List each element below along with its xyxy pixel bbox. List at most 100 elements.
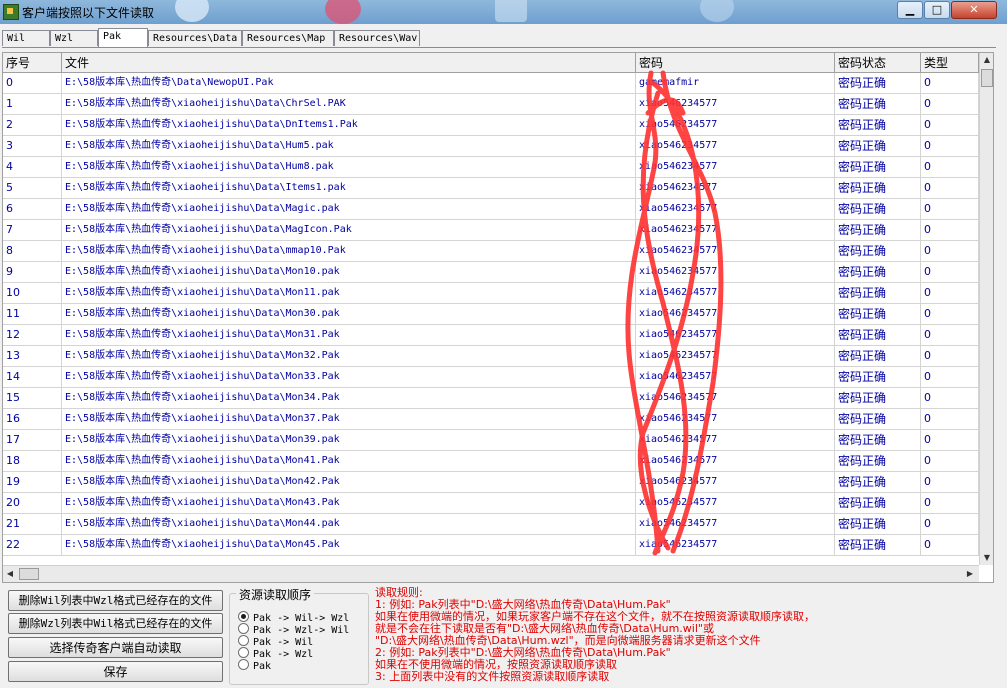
radio-icon (238, 623, 249, 634)
cell-password: xiao546234577 (636, 388, 835, 409)
table-row[interactable]: 10 E:\58版本库\热血传奇\xiaoheijishu\Data\Mon11.… (3, 283, 979, 304)
cell-password-status: 密码正确 (835, 241, 921, 262)
table-row[interactable]: 4 E:\58版本库\热血传奇\xiaoheijishu\Data\Hum8.pa… (3, 157, 979, 178)
cell-password-status: 密码正确 (835, 220, 921, 241)
cell-type: 0 (921, 514, 979, 535)
cell-file: E:\58版本库\热血传奇\xiaoheijishu\Data\Mon32.Pa… (62, 346, 636, 367)
order-option-pak[interactable]: Pak (238, 659, 271, 672)
cell-index: 14 (3, 367, 62, 388)
cell-password-status: 密码正确 (835, 262, 921, 283)
scroll-down-icon[interactable]: ▼ (980, 551, 993, 565)
cell-file: E:\58版本库\热血传奇\xiaoheijishu\Data\MagIcon.… (62, 220, 636, 241)
cell-password-status: 密码正确 (835, 136, 921, 157)
cell-password-status: 密码正确 (835, 430, 921, 451)
horizontal-scroll-thumb[interactable] (19, 568, 39, 580)
table-row[interactable]: 17 E:\58版本库\热血传奇\xiaoheijishu\Data\Mon39.… (3, 430, 979, 451)
tab-wil[interactable]: Wil (2, 30, 50, 46)
column-header-type[interactable]: 类型 (921, 53, 979, 73)
tab-wzl[interactable]: Wzl (50, 30, 98, 46)
table-row[interactable]: 1 E:\58版本库\热血传奇\xiaoheijishu\Data\ChrSel.… (3, 94, 979, 115)
close-icon[interactable]: ✕ (951, 1, 997, 19)
table-row[interactable]: 9 E:\58版本库\热血传奇\xiaoheijishu\Data\Mon10.p… (3, 262, 979, 283)
delete-wzl-duplicates-button[interactable]: 删除Wzl列表中Wil格式已经存在的文件 (8, 613, 223, 634)
tab-resources-map[interactable]: Resources\Map (242, 30, 334, 46)
table-row[interactable]: 12 E:\58版本库\热血传奇\xiaoheijishu\Data\Mon31.… (3, 325, 979, 346)
table-row[interactable]: 7 E:\58版本库\热血传奇\xiaoheijishu\Data\MagIcon… (3, 220, 979, 241)
save-button[interactable]: 保存 (8, 661, 223, 682)
table-row[interactable]: 22 E:\58版本库\热血传奇\xiaoheijishu\Data\Mon45.… (3, 535, 979, 556)
cell-index: 22 (3, 535, 62, 556)
cell-index: 11 (3, 304, 62, 325)
cell-password: xiao546234577 (636, 472, 835, 493)
cell-password: xiao546234577 (636, 367, 835, 388)
table-row[interactable]: 21 E:\58版本库\热血传奇\xiaoheijishu\Data\Mon44.… (3, 514, 979, 535)
cell-type: 0 (921, 409, 979, 430)
cell-type: 0 (921, 493, 979, 514)
table-row[interactable]: 5 E:\58版本库\热血传奇\xiaoheijishu\Data\Items1.… (3, 178, 979, 199)
scroll-up-icon[interactable]: ▲ (980, 53, 993, 67)
cell-password-status: 密码正确 (835, 388, 921, 409)
table-row[interactable]: 6 E:\58版本库\热血传奇\xiaoheijishu\Data\Magic.p… (3, 199, 979, 220)
table-row[interactable]: 18 E:\58版本库\热血传奇\xiaoheijishu\Data\Mon41.… (3, 451, 979, 472)
table-row[interactable]: 11 E:\58版本库\热血传奇\xiaoheijishu\Data\Mon30.… (3, 304, 979, 325)
column-header-password[interactable]: 密码 (636, 53, 835, 73)
cell-file: E:\58版本库\热血传奇\Data\NewopUI.Pak (62, 73, 636, 94)
cell-type: 0 (921, 430, 979, 451)
order-option-pak-wil[interactable]: Pak -> Wil (238, 635, 313, 648)
column-header-password-status[interactable]: 密码状态 (835, 53, 921, 73)
cell-password-status: 密码正确 (835, 493, 921, 514)
vertical-scrollbar[interactable]: ▲ ▼ (979, 53, 993, 565)
order-option-pak-wzl[interactable]: Pak -> Wzl (238, 647, 313, 660)
cell-index: 20 (3, 493, 62, 514)
cell-file: E:\58版本库\热血传奇\xiaoheijishu\Data\Mon37.Pa… (62, 409, 636, 430)
table-row[interactable]: 15 E:\58版本库\热血传奇\xiaoheijishu\Data\Mon34.… (3, 388, 979, 409)
file-grid[interactable]: 序号 文件 密码 密码状态 类型 0 E:\58版本库\热血传奇\Data\New… (2, 52, 994, 583)
cell-password: xiao546234577 (636, 157, 835, 178)
cell-type: 0 (921, 472, 979, 493)
cell-file: E:\58版本库\热血传奇\xiaoheijishu\Data\Mon43.Pa… (62, 493, 636, 514)
cell-type: 0 (921, 220, 979, 241)
cell-index: 9 (3, 262, 62, 283)
scroll-left-icon[interactable]: ◀ (3, 567, 17, 581)
table-row[interactable]: 16 E:\58版本库\热血传奇\xiaoheijishu\Data\Mon37.… (3, 409, 979, 430)
cell-type: 0 (921, 451, 979, 472)
vertical-scroll-thumb[interactable] (981, 69, 993, 87)
cell-index: 0 (3, 73, 62, 94)
cell-password: xiao546234577 (636, 451, 835, 472)
column-header-file[interactable]: 文件 (62, 53, 636, 73)
tab-resources-data[interactable]: Resources\Data (148, 30, 242, 46)
delete-wil-duplicates-button[interactable]: 删除Wil列表中Wzl格式已经存在的文件 (8, 590, 223, 611)
horizontal-scrollbar[interactable]: ◀ ▶ (3, 565, 979, 582)
cell-index: 10 (3, 283, 62, 304)
order-option-pak-wil-wzl[interactable]: Pak -> Wil-> Wzl (238, 611, 349, 624)
tab-divider (2, 47, 996, 48)
cell-file: E:\58版本库\热血传奇\xiaoheijishu\Data\Hum8.pak (62, 157, 636, 178)
cell-password: xiao546234577 (636, 514, 835, 535)
table-row[interactable]: 8 E:\58版本库\热血传奇\xiaoheijishu\Data\mmap10.… (3, 241, 979, 262)
cell-file: E:\58版本库\热血传奇\xiaoheijishu\Data\mmap10.P… (62, 241, 636, 262)
choose-client-button[interactable]: 选择传奇客户端自动读取 (8, 637, 223, 658)
cell-password: xiao546234577 (636, 493, 835, 514)
maximize-icon[interactable]: □ (924, 1, 950, 19)
tab-pak[interactable]: Pak (98, 28, 148, 47)
table-row[interactable]: 14 E:\58版本库\热血传奇\xiaoheijishu\Data\Mon33.… (3, 367, 979, 388)
cell-password-status: 密码正确 (835, 283, 921, 304)
table-row[interactable]: 20 E:\58版本库\热血传奇\xiaoheijishu\Data\Mon43.… (3, 493, 979, 514)
table-row[interactable]: 19 E:\58版本库\热血传奇\xiaoheijishu\Data\Mon42.… (3, 472, 979, 493)
cell-password: xiao546234577 (636, 241, 835, 262)
table-row[interactable]: 3 E:\58版本库\热血传奇\xiaoheijishu\Data\Hum5.pa… (3, 136, 979, 157)
column-header-index[interactable]: 序号 (3, 53, 62, 73)
cell-password: xiao546234577 (636, 178, 835, 199)
cell-type: 0 (921, 304, 979, 325)
background-blur (175, 0, 209, 22)
table-row[interactable]: 0 E:\58版本库\热血传奇\Data\NewopUI.Pak gamemafmi… (3, 73, 979, 94)
background-blur (325, 0, 361, 24)
cell-password-status: 密码正确 (835, 199, 921, 220)
minimize-icon[interactable]: ▁ (897, 1, 923, 19)
cell-password-status: 密码正确 (835, 178, 921, 199)
table-row[interactable]: 13 E:\58版本库\热血传奇\xiaoheijishu\Data\Mon32.… (3, 346, 979, 367)
tab-resources-wav[interactable]: Resources\Wav (334, 30, 420, 46)
order-option-pak-wzl-wil[interactable]: Pak -> Wzl-> Wil (238, 623, 349, 636)
scroll-right-icon[interactable]: ▶ (963, 567, 977, 581)
table-row[interactable]: 2 E:\58版本库\热血传奇\xiaoheijishu\Data\DnItems… (3, 115, 979, 136)
